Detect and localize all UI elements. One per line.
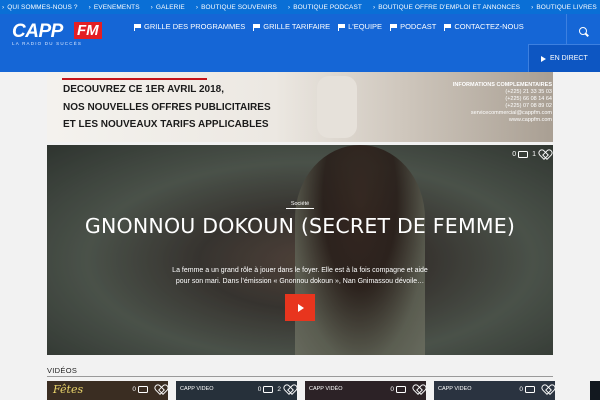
article-title[interactable]: GNONNOU DOKOUN (SECRET DE FEMME) <box>47 214 553 238</box>
nav-item-program-grid[interactable]: GRILLE DES PROGRAMMES <box>134 22 245 31</box>
heart-icon[interactable] <box>285 384 295 394</box>
article-excerpt: La femme a un grand rôle à jouer dans le… <box>172 267 428 285</box>
flag-icon <box>444 23 452 31</box>
flag-icon <box>253 23 261 31</box>
video-stats: 0 <box>390 384 424 394</box>
banner-line-3: ET LES NOUVEAUX TARIFS APPLICABLES <box>63 119 269 130</box>
chevron-right-icon: › <box>88 3 91 11</box>
video-stats: 0 <box>519 384 553 394</box>
comment-icon[interactable] <box>518 150 529 158</box>
video-card[interactable]: CAPP VIDÉO 0 <box>305 381 426 400</box>
hero-overlay <box>47 145 553 355</box>
heart-icon[interactable] <box>540 149 550 159</box>
flag-icon <box>390 23 398 31</box>
featured-article[interactable]: 0 1 Société GNONNOU DOKOUN (SECRET DE FE… <box>47 145 553 355</box>
banner-line-1: DECOUVREZ CE 1ER AVRIL 2018, <box>63 84 224 95</box>
chevron-right-icon: › <box>287 3 291 11</box>
comment-icon[interactable] <box>263 385 274 393</box>
chevron-right-icon: › <box>531 3 534 11</box>
video-tag: CAPP VIDEO <box>438 386 472 392</box>
chevron-right-icon: › <box>372 3 376 11</box>
banner-line-2: NOS NOUVELLES OFFRES PUBLICITAIRES <box>63 102 271 113</box>
play-icon <box>541 55 546 62</box>
comment-count: 0 <box>512 150 517 158</box>
video-card-partial[interactable] <box>590 381 600 400</box>
search-button[interactable] <box>566 14 600 48</box>
promo-banner[interactable]: DECOUVREZ CE 1ER AVRIL 2018, NOS NOUVELL… <box>47 72 553 142</box>
top-menu-item-events[interactable]: › EVENEMENTS <box>89 4 140 11</box>
category-label[interactable]: Société <box>286 201 314 209</box>
search-icon <box>579 26 588 36</box>
comment-icon[interactable] <box>396 385 406 393</box>
comment-icon[interactable] <box>525 385 535 393</box>
video-thumbnail-text: Fêtes <box>53 383 84 396</box>
flag-icon <box>134 23 142 31</box>
logo-fm-badge: FM <box>74 22 102 39</box>
main-nav: GRILLE DES PROGRAMMES GRILLE TARIFAIRE L… <box>134 22 532 31</box>
video-card[interactable]: CAPP VIDEO 0 2 <box>176 381 297 400</box>
banner-contact-info: INFORMATIONS COMPLEMENTAIRES (+225) 21 3… <box>452 82 552 123</box>
heart-icon[interactable] <box>543 384 553 394</box>
video-card[interactable]: CAPP VIDEO 0 <box>434 381 555 400</box>
heart-icon[interactable] <box>414 384 424 394</box>
chevron-right-icon: › <box>150 3 153 11</box>
banner-accent-line <box>62 78 207 80</box>
top-menu-item-jobs-shop[interactable]: › BOUTIQUE OFFRE D'EMPLOI ET ANNONCES <box>373 4 520 11</box>
video-card[interactable]: Fêtes 0 <box>47 381 168 400</box>
live-button[interactable]: EN DIRECT <box>528 44 600 72</box>
nav-item-rates[interactable]: GRILLE TARIFAIRE <box>253 22 330 31</box>
flag-icon <box>338 23 346 31</box>
top-menu-item-gallery[interactable]: › GALERIE <box>151 4 185 11</box>
chevron-right-icon: › <box>195 3 199 11</box>
video-stats: 0 2 <box>258 384 295 394</box>
site-header: CAPP FM LA RADIO DU SUCCÈS GRILLE DES PR… <box>0 14 600 72</box>
top-menu-item-books-shop[interactable]: › BOUTIQUE LIVRES <box>531 4 597 11</box>
top-menu-item-souvenir-shop[interactable]: › BOUTIQUE SOUVENIRS <box>196 4 277 11</box>
comment-icon[interactable] <box>138 385 148 393</box>
like-count: 1 <box>532 150 536 158</box>
section-divider <box>47 376 553 377</box>
hero-stats: 0 1 <box>512 149 550 159</box>
section-title-videos: VIDÉOS <box>47 366 78 375</box>
video-tag: CAPP VIDÉO <box>309 386 343 392</box>
play-button[interactable] <box>285 294 315 321</box>
video-tag: CAPP VIDEO <box>180 386 214 392</box>
logo-tagline: LA RADIO DU SUCCÈS <box>12 41 83 46</box>
top-menu-bar: › QUI SOMMES-NOUS ? › EVENEMENTS › GALERIE … <box>0 0 600 14</box>
banner-microphone-image <box>317 76 357 138</box>
site-logo[interactable]: CAPP FM LA RADIO DU SUCCÈS <box>12 21 120 47</box>
chevron-right-icon: › <box>2 3 5 11</box>
nav-item-podcast[interactable]: PODCAST <box>390 22 436 31</box>
nav-item-team[interactable]: L'EQUIPE <box>338 22 382 31</box>
top-menu-item-podcast-shop[interactable]: › BOUTIQUE PODCAST <box>288 4 362 11</box>
nav-item-contact[interactable]: CONTACTEZ-NOUS <box>444 22 524 31</box>
logo-wordmark: CAPP <box>12 21 63 42</box>
video-stats: 0 <box>132 384 166 394</box>
heart-icon[interactable] <box>156 384 166 394</box>
play-icon <box>298 303 304 312</box>
top-menu-item-about[interactable]: › QUI SOMMES-NOUS ? <box>2 4 78 11</box>
